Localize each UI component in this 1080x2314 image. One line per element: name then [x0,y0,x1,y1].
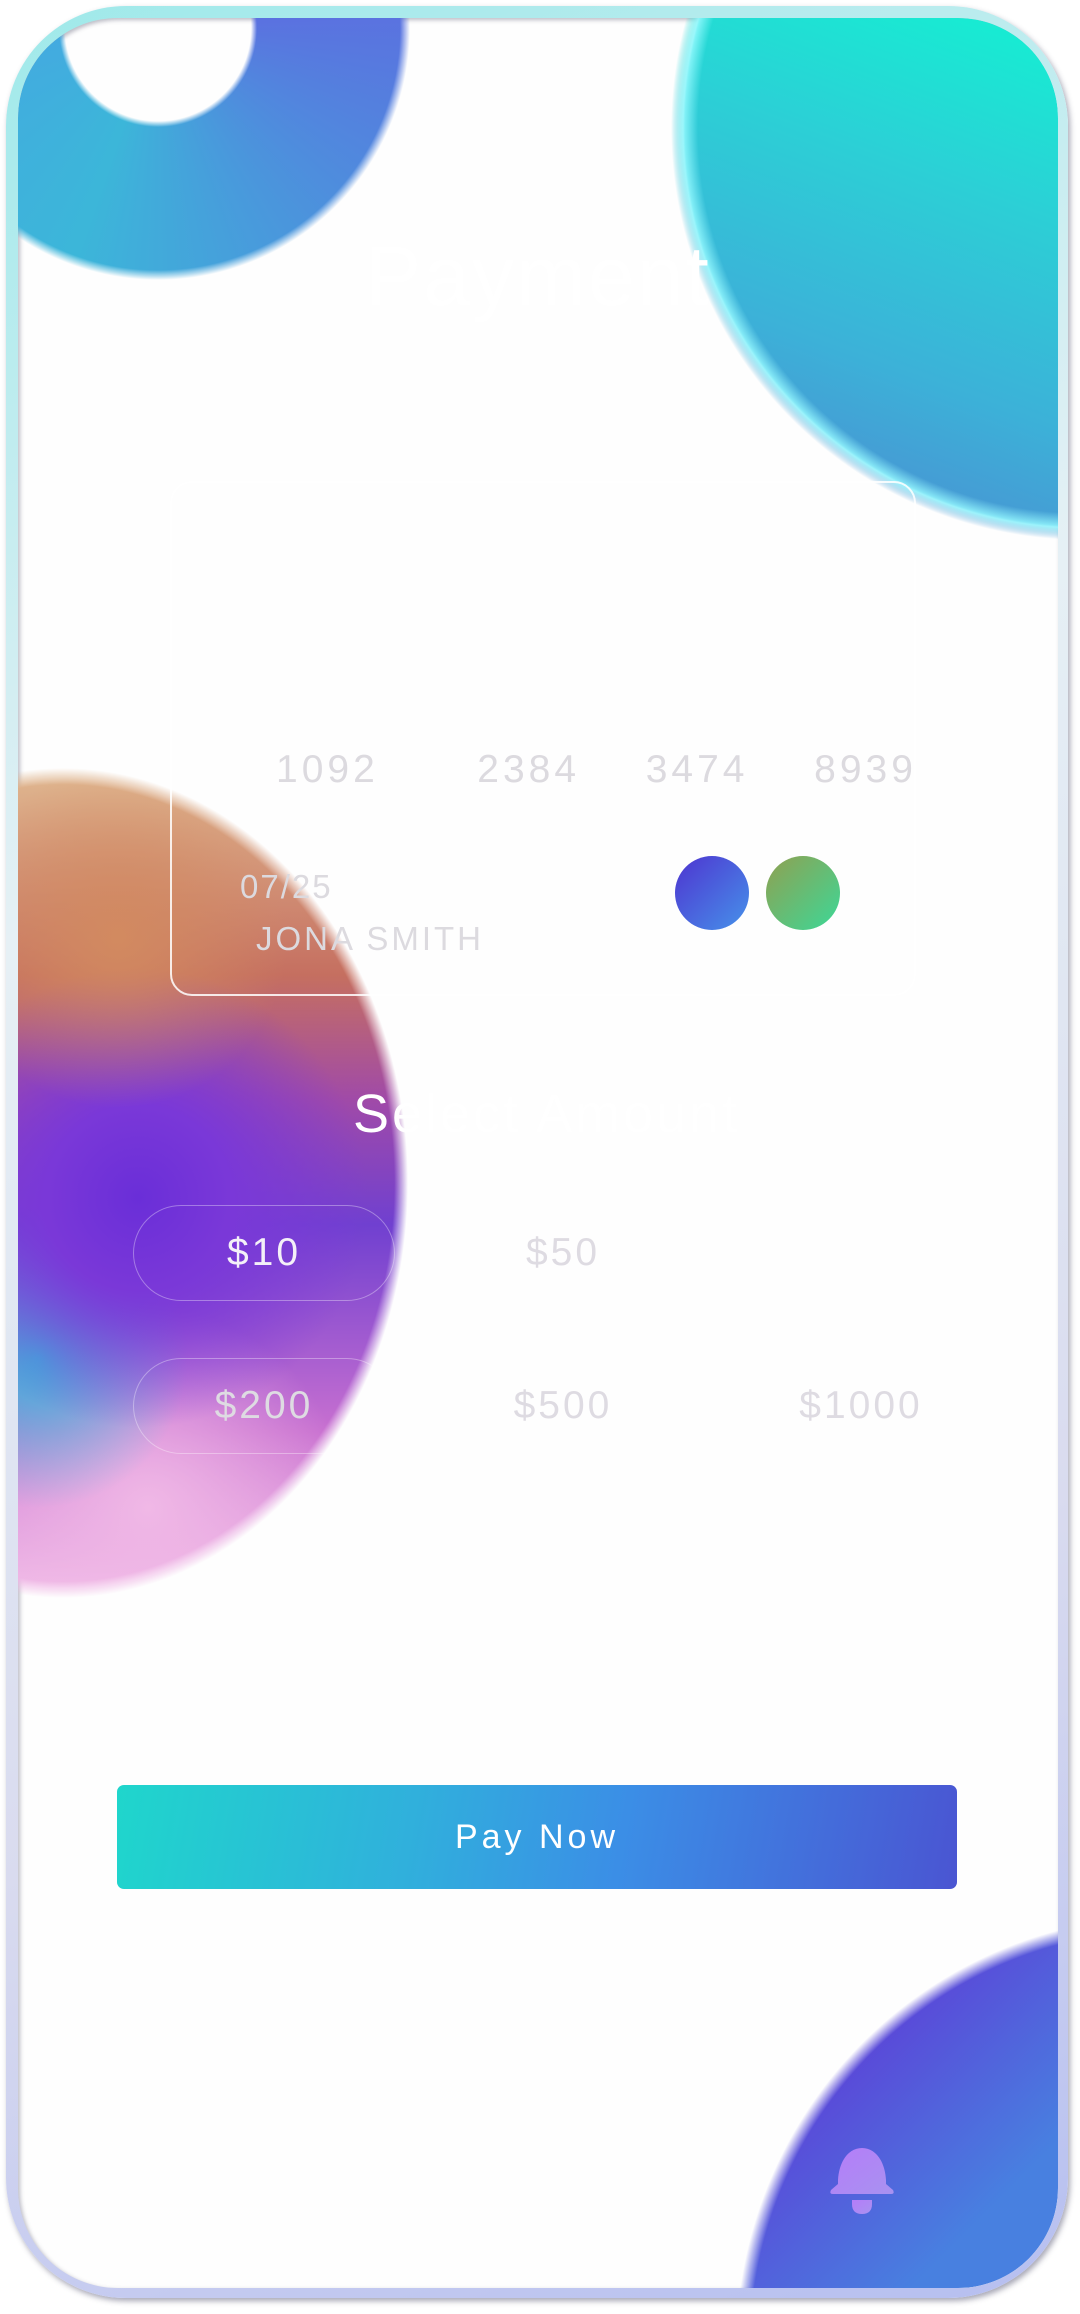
payment-screen: Payment 1092 2384 3474 8939 07/25 JONA S… [18,18,1058,2288]
amount-option-500[interactable]: $500 [432,1358,694,1454]
card-brand-circle-right [766,856,840,930]
amount-option-10[interactable]: $10 [133,1205,395,1301]
decorative-blob-bottom-right [718,1898,1058,2288]
amount-option-50[interactable]: $50 [432,1205,694,1301]
card-holder: JONA SMITH [256,920,485,957]
card-expiry: 07/25 [240,868,333,905]
bell-icon[interactable] [830,2148,894,2216]
page-title: Payment [365,229,711,323]
select-amount-heading: Select Amount [353,1084,741,1144]
pay-now-button[interactable]: Pay Now [117,1785,957,1889]
amount-option-200[interactable]: $200 [133,1358,395,1454]
card-number: 1092 2384 3474 8939 [276,748,917,791]
card-brand-circle-left [675,856,749,930]
amount-option-1000[interactable]: $1000 [730,1358,992,1454]
